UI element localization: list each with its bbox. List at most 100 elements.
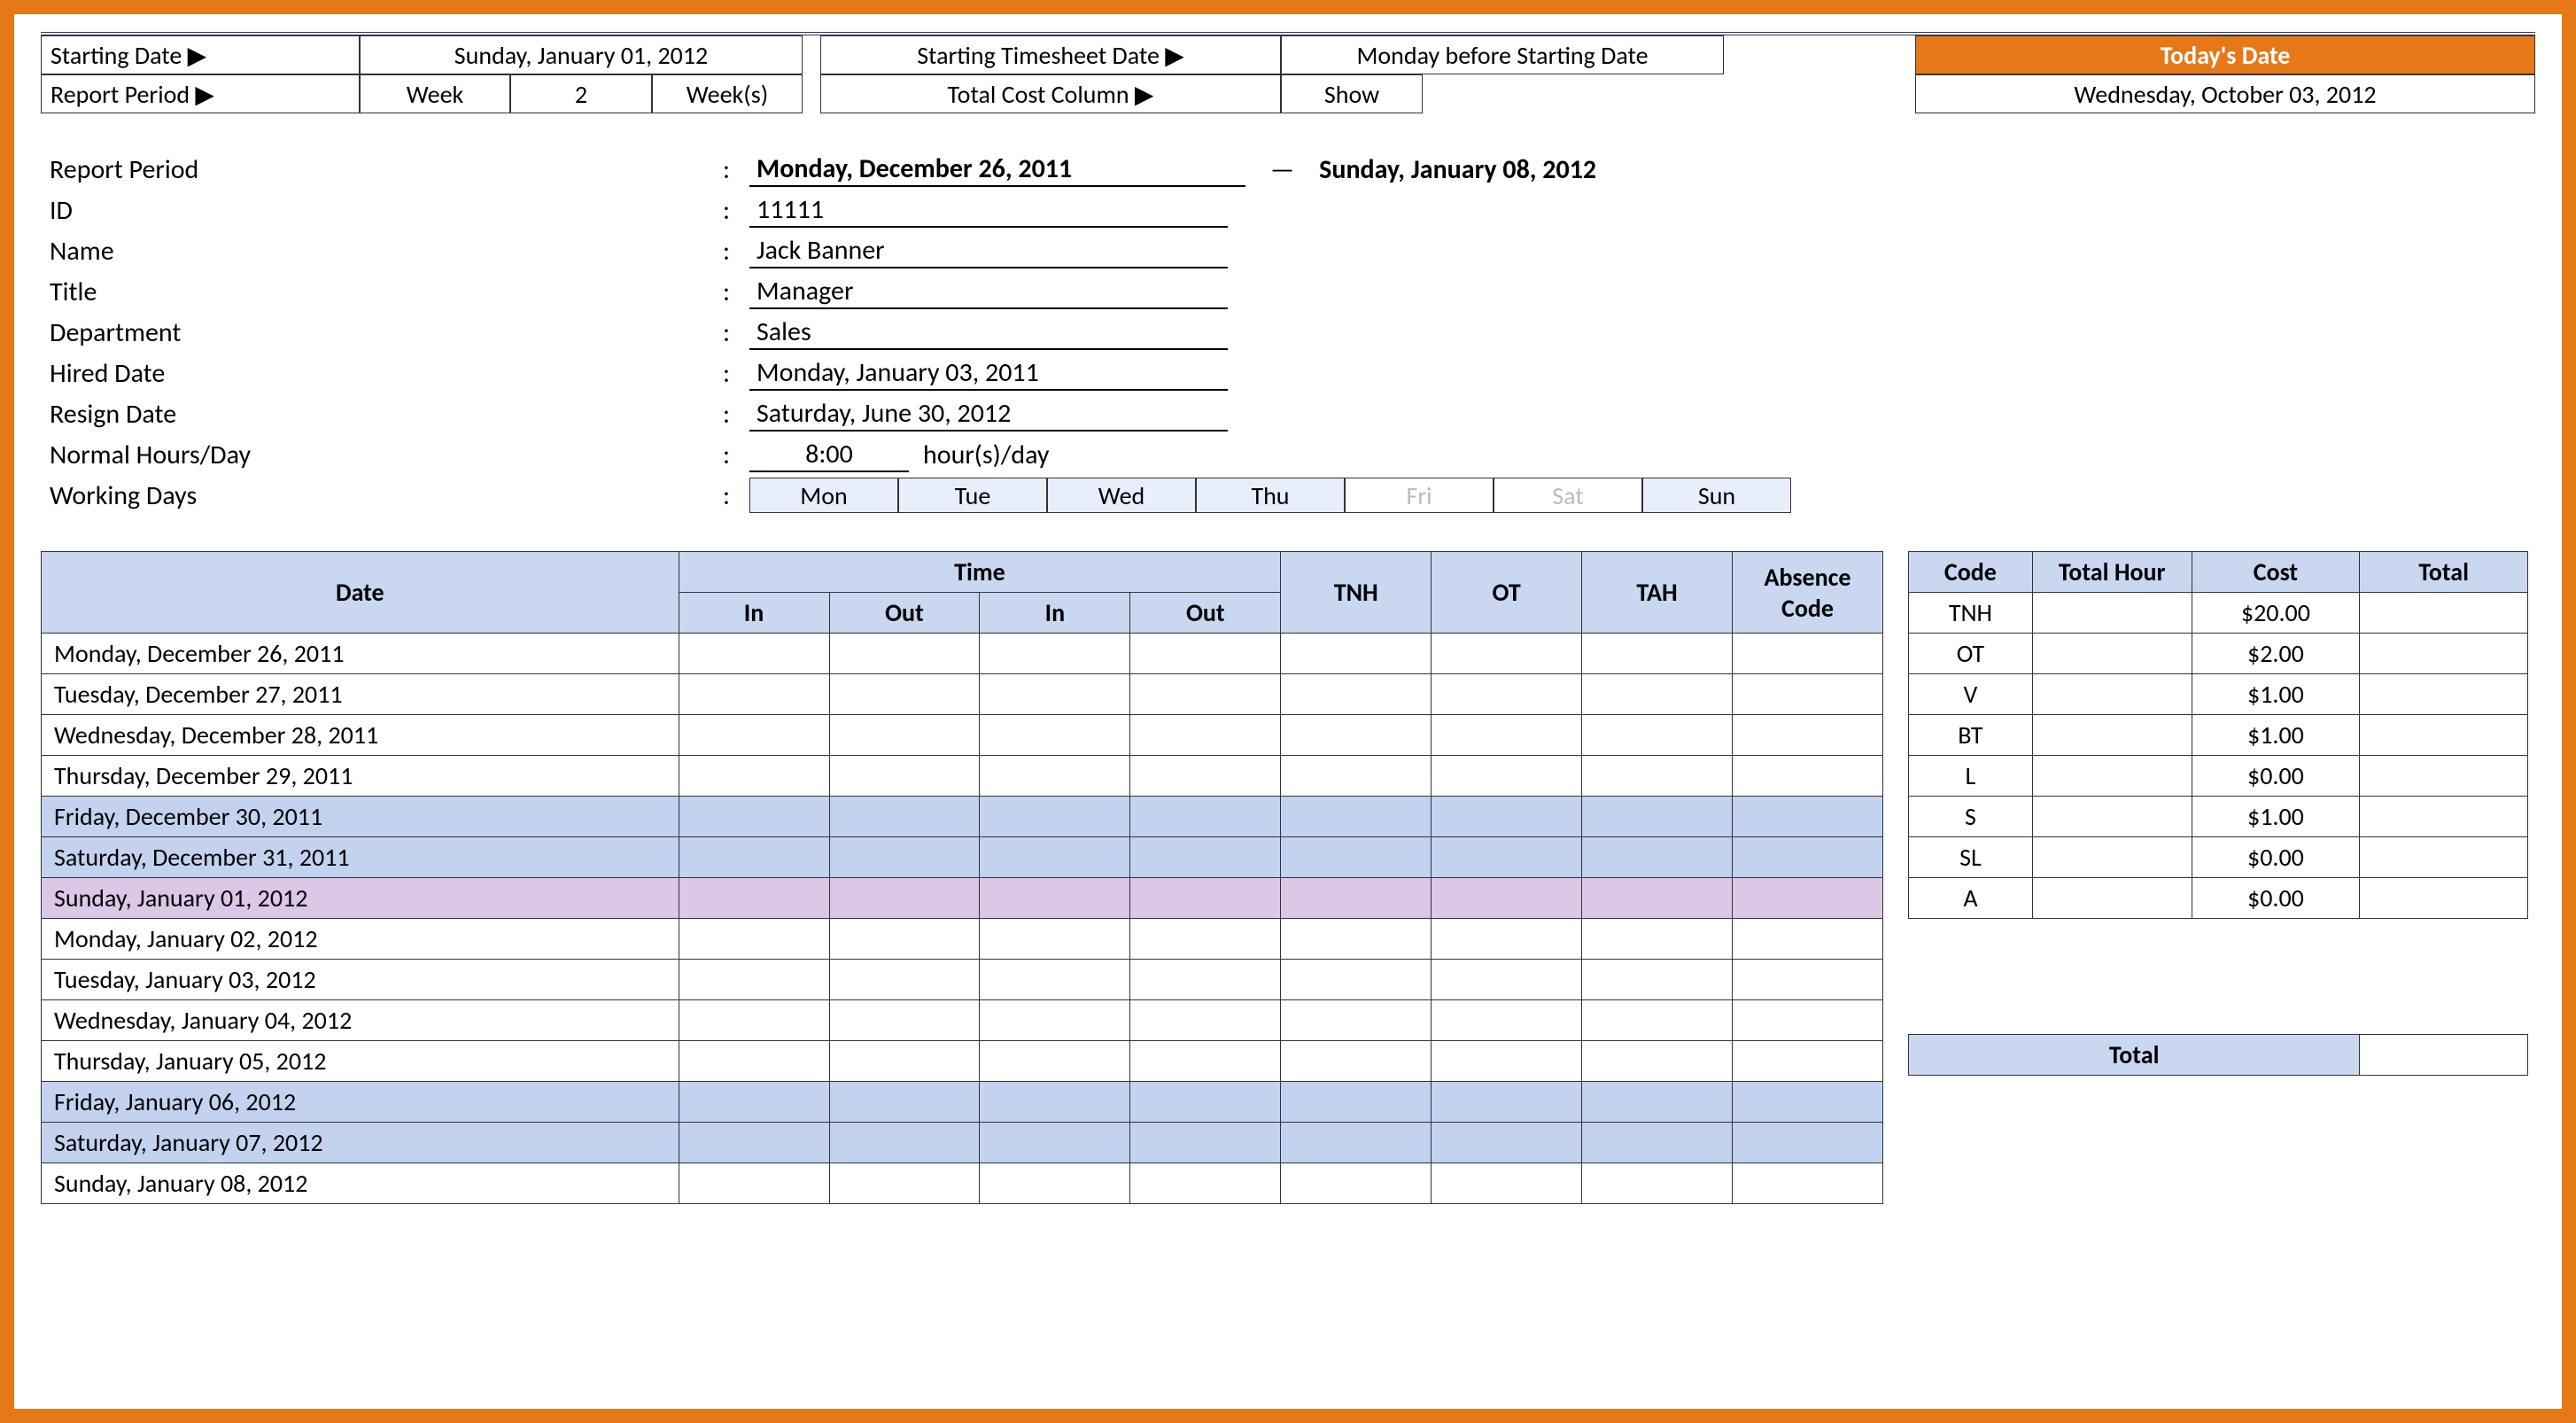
cell-input[interactable] <box>1281 1000 1432 1041</box>
cell-input[interactable] <box>1582 1000 1733 1041</box>
cost-cell-hour[interactable] <box>2032 715 2192 756</box>
resign-value[interactable]: Saturday, June 30, 2012 <box>749 397 1228 432</box>
cell-input[interactable] <box>980 1123 1130 1163</box>
cell-input[interactable] <box>980 878 1130 919</box>
cell-input[interactable] <box>1432 1000 1582 1041</box>
cell-input[interactable] <box>1733 756 1883 797</box>
cell-input[interactable] <box>1582 960 1733 1000</box>
day-toggle-sun[interactable]: Sun <box>1642 478 1791 513</box>
cell-input[interactable] <box>980 1041 1130 1082</box>
cell-input[interactable] <box>980 634 1130 674</box>
cell-input[interactable] <box>980 715 1130 756</box>
cell-input[interactable] <box>1281 960 1432 1000</box>
cell-input[interactable] <box>679 878 829 919</box>
cell-input[interactable] <box>679 919 829 960</box>
cell-input[interactable] <box>1281 1163 1432 1204</box>
cell-input[interactable] <box>1281 634 1432 674</box>
cost-cell-hour[interactable] <box>2032 593 2192 634</box>
day-toggle-wed[interactable]: Wed <box>1047 478 1196 513</box>
cost-cell-total[interactable] <box>2360 797 2528 837</box>
cell-input[interactable] <box>1582 1082 1733 1123</box>
cell-input[interactable] <box>829 1123 980 1163</box>
cell-input[interactable] <box>1432 1041 1582 1082</box>
cost-cell-total[interactable] <box>2360 837 2528 878</box>
cell-input[interactable] <box>1130 797 1281 837</box>
cell-input[interactable] <box>1582 715 1733 756</box>
cell-input[interactable] <box>829 919 980 960</box>
cell-input[interactable] <box>980 797 1130 837</box>
cell-input[interactable] <box>1281 1123 1432 1163</box>
cell-input[interactable] <box>980 674 1130 715</box>
cell-input[interactable] <box>829 1041 980 1082</box>
cell-input[interactable] <box>1130 919 1281 960</box>
day-toggle-mon[interactable]: Mon <box>749 478 898 513</box>
cell-input[interactable] <box>829 756 980 797</box>
cell-input[interactable] <box>1281 715 1432 756</box>
cell-input[interactable] <box>679 1123 829 1163</box>
cell-input[interactable] <box>679 837 829 878</box>
title-value[interactable]: Manager <box>749 275 1228 309</box>
cell-input[interactable] <box>1733 960 1883 1000</box>
cell-input[interactable] <box>980 1082 1130 1123</box>
cell-input[interactable] <box>829 1082 980 1123</box>
cell-input[interactable] <box>1733 797 1883 837</box>
cell-input[interactable] <box>1281 674 1432 715</box>
cell-input[interactable] <box>1733 1041 1883 1082</box>
cell-input[interactable] <box>1733 634 1883 674</box>
cell-input[interactable] <box>829 715 980 756</box>
cell-input[interactable] <box>1281 919 1432 960</box>
cell-input[interactable] <box>679 1082 829 1123</box>
cell-input[interactable] <box>1281 756 1432 797</box>
cost-cell-total[interactable] <box>2360 715 2528 756</box>
cell-input[interactable] <box>1432 1163 1582 1204</box>
cell-input[interactable] <box>829 674 980 715</box>
cell-input[interactable] <box>1582 1041 1733 1082</box>
cell-input[interactable] <box>1432 715 1582 756</box>
cell-input[interactable] <box>679 715 829 756</box>
day-toggle-tue[interactable]: Tue <box>898 478 1047 513</box>
cell-input[interactable] <box>829 1163 980 1204</box>
cell-input[interactable] <box>1130 1123 1281 1163</box>
cost-cell-hour[interactable] <box>2032 797 2192 837</box>
cell-input[interactable] <box>1733 919 1883 960</box>
cell-input[interactable] <box>829 634 980 674</box>
cell-input[interactable] <box>1733 1163 1883 1204</box>
cell-input[interactable] <box>679 1000 829 1041</box>
cell-input[interactable] <box>679 634 829 674</box>
cell-input[interactable] <box>1733 674 1883 715</box>
cell-input[interactable] <box>1130 674 1281 715</box>
cost-cell-hour[interactable] <box>2032 634 2192 674</box>
hours-value[interactable]: 8:00 <box>749 438 909 472</box>
cost-cell-total[interactable] <box>2360 878 2528 919</box>
cost-cell-total[interactable] <box>2360 756 2528 797</box>
cell-input[interactable] <box>679 797 829 837</box>
cell-input[interactable] <box>1582 674 1733 715</box>
cost-cell-total[interactable] <box>2360 634 2528 674</box>
day-toggle-thu[interactable]: Thu <box>1196 478 1345 513</box>
starting-timesheet-value[interactable]: Monday before Starting Date <box>1281 35 1724 74</box>
hired-value[interactable]: Monday, January 03, 2011 <box>749 356 1228 391</box>
cost-cell-total[interactable] <box>2360 674 2528 715</box>
cell-input[interactable] <box>980 1000 1130 1041</box>
cell-input[interactable] <box>1582 1123 1733 1163</box>
cell-input[interactable] <box>980 1163 1130 1204</box>
cell-input[interactable] <box>980 837 1130 878</box>
cell-input[interactable] <box>1130 1082 1281 1123</box>
cell-input[interactable] <box>1432 919 1582 960</box>
cell-input[interactable] <box>980 919 1130 960</box>
cell-input[interactable] <box>1432 756 1582 797</box>
cell-input[interactable] <box>1281 797 1432 837</box>
starting-date-value[interactable]: Sunday, January 01, 2012 <box>360 35 803 74</box>
cell-input[interactable] <box>1432 1082 1582 1123</box>
cell-input[interactable] <box>1130 715 1281 756</box>
cell-input[interactable] <box>1281 1041 1432 1082</box>
cell-input[interactable] <box>829 837 980 878</box>
id-value[interactable]: 11111 <box>749 193 1228 228</box>
cell-input[interactable] <box>1281 1082 1432 1123</box>
cell-input[interactable] <box>679 674 829 715</box>
cell-input[interactable] <box>1130 1000 1281 1041</box>
cell-input[interactable] <box>1432 1123 1582 1163</box>
cell-input[interactable] <box>1130 837 1281 878</box>
cell-input[interactable] <box>1432 878 1582 919</box>
cost-cell-hour[interactable] <box>2032 878 2192 919</box>
